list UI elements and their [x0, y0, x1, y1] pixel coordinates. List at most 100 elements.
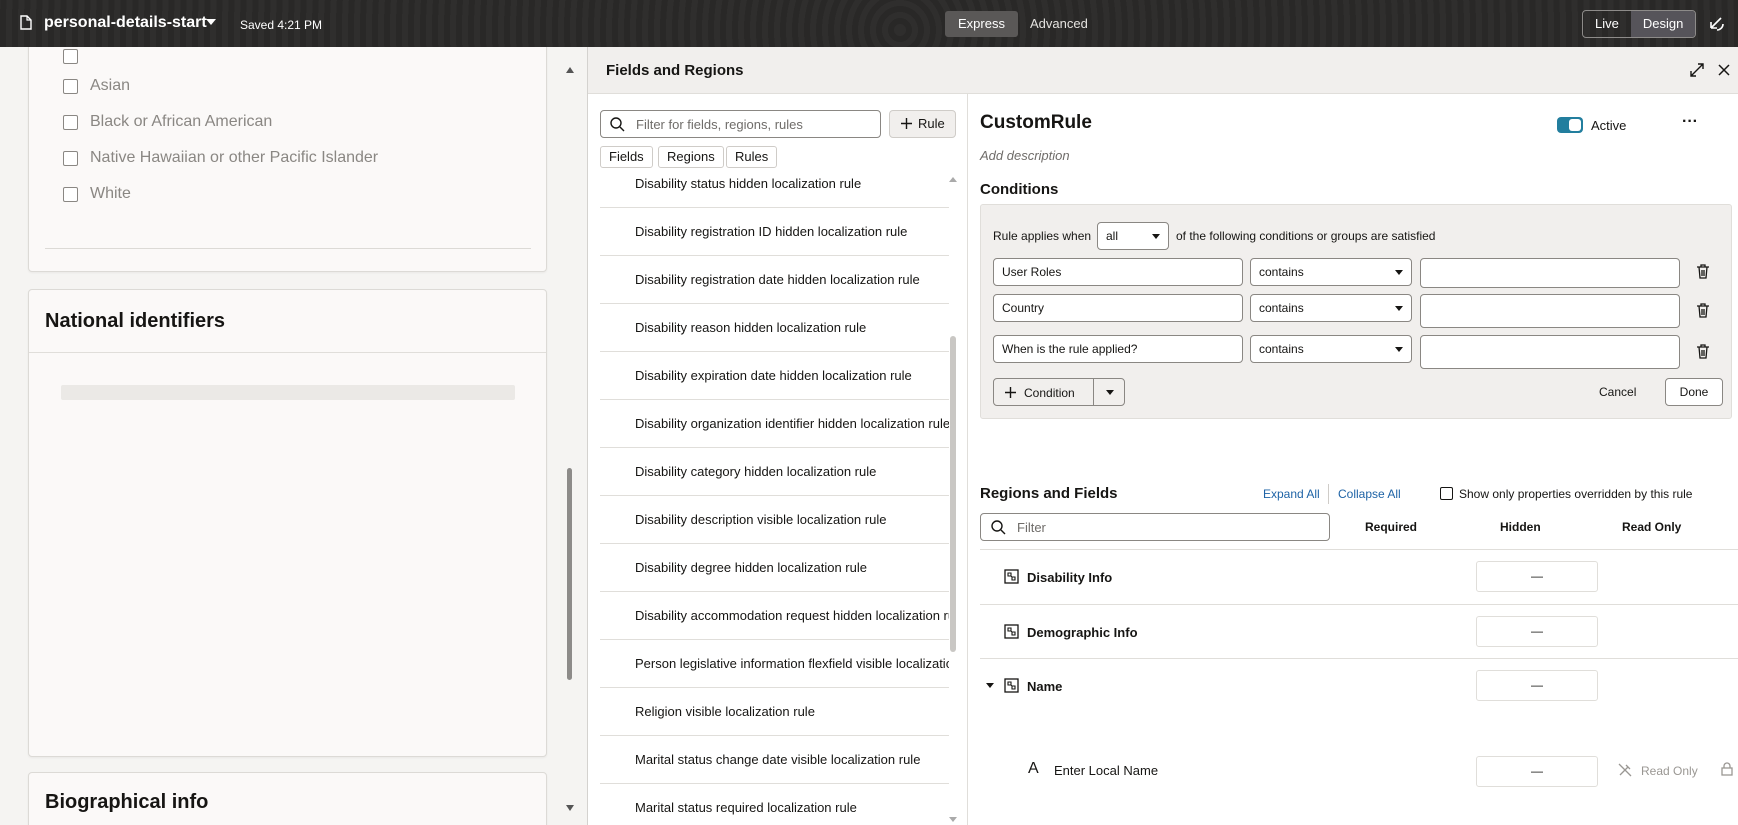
list-item[interactable]: Disability reason hidden localization ru…: [600, 304, 949, 352]
title-dropdown-icon[interactable]: [206, 19, 216, 25]
scroll-thumb[interactable]: [567, 468, 572, 680]
list-item[interactable]: Disability status hidden localization ru…: [600, 174, 949, 208]
show-only-checkbox[interactable]: [1440, 487, 1453, 500]
add-rule-button[interactable]: Rule: [889, 110, 956, 138]
filter-input[interactable]: [1017, 518, 1317, 536]
trash-icon[interactable]: [1696, 264, 1710, 279]
biographical-info-card[interactable]: Biographical info: [28, 772, 547, 825]
tab-advanced[interactable]: Advanced: [1017, 11, 1101, 37]
rules-list: Disability status hidden localization ru…: [600, 174, 949, 825]
design-button[interactable]: Design: [1630, 11, 1696, 37]
condition-value[interactable]: [1420, 335, 1680, 369]
checkbox-asian[interactable]: Asian: [63, 77, 130, 95]
divider: [29, 352, 546, 353]
conditions-heading: Conditions: [980, 181, 1059, 198]
checkbox-label: White: [90, 185, 131, 202]
rule-name[interactable]: CustomRule: [980, 112, 1092, 134]
condition-operator[interactable]: contains: [1250, 335, 1412, 363]
checkbox-box[interactable]: [63, 114, 78, 130]
done-button[interactable]: Done: [1665, 378, 1723, 406]
applies-label: Rule applies when: [993, 229, 1092, 243]
chevron-down-icon: [1395, 270, 1403, 275]
panel-header: Fields and Regions: [588, 47, 1738, 94]
checkbox-white[interactable]: White: [63, 185, 131, 203]
checkbox-box[interactable]: [63, 150, 78, 166]
region-row[interactable]: Name —: [980, 658, 1738, 713]
chip-regions[interactable]: Regions: [658, 146, 724, 168]
list-item[interactable]: Disability degree hidden localization ru…: [600, 544, 949, 592]
add-description[interactable]: Add description: [980, 148, 1070, 163]
trash-icon[interactable]: [1696, 303, 1710, 318]
divider: [1328, 484, 1329, 504]
scroll-down-icon[interactable]: [949, 817, 957, 822]
regions-filter[interactable]: [980, 513, 1330, 541]
checkbox-partial[interactable]: [63, 49, 90, 64]
tab-express[interactable]: Express: [945, 11, 1018, 37]
search-input[interactable]: [636, 115, 876, 133]
condition-field[interactable]: User Roles: [993, 258, 1243, 286]
region-row[interactable]: Disability Info —: [980, 549, 1738, 604]
trash-icon[interactable]: [1696, 344, 1710, 359]
add-condition-button[interactable]: Condition: [993, 378, 1125, 406]
list-item[interactable]: Marital status change date visible local…: [600, 736, 949, 784]
chip-fields[interactable]: Fields: [600, 146, 653, 168]
checkbox-black[interactable]: Black or African American: [63, 113, 272, 131]
scroll-up-icon[interactable]: [949, 177, 957, 182]
scroll-down-icon[interactable]: [566, 805, 574, 811]
applies-select[interactable]: all: [1097, 222, 1169, 250]
list-item[interactable]: Disability organization identifier hidde…: [600, 400, 949, 448]
cancel-button[interactable]: Cancel: [1599, 385, 1636, 399]
field-row[interactable]: A Enter Local Name — Read Only: [980, 751, 1738, 791]
collapse-all-link[interactable]: Collapse All: [1338, 487, 1401, 501]
hidden-value[interactable]: —: [1476, 756, 1598, 787]
close-icon[interactable]: [1716, 62, 1732, 78]
condition-field[interactable]: Country: [993, 294, 1243, 322]
list-item[interactable]: Person legislative information flexfield…: [600, 640, 949, 688]
list-item[interactable]: Disability description visible localizat…: [600, 496, 949, 544]
checkbox-pacific[interactable]: Native Hawaiian or other Pacific Islande…: [63, 149, 378, 167]
expand-all-link[interactable]: Expand All: [1263, 487, 1320, 501]
condition-value[interactable]: [1420, 258, 1680, 288]
expand-icon[interactable]: [1689, 62, 1705, 78]
condition-operator[interactable]: contains: [1250, 294, 1412, 322]
list-scrollbar[interactable]: [948, 174, 958, 825]
more-options-icon[interactable]: ···: [1682, 114, 1698, 134]
condition-value[interactable]: [1420, 294, 1680, 328]
region-row[interactable]: Demographic Info —: [980, 604, 1738, 659]
saved-status: Saved 4:21 PM: [240, 18, 323, 32]
chevron-down-icon: [1395, 306, 1403, 311]
list-item[interactable]: Marital status required localization rul…: [600, 784, 949, 825]
hidden-value[interactable]: —: [1476, 670, 1598, 701]
chip-rules[interactable]: Rules: [726, 146, 778, 168]
button-label: Rule: [918, 116, 945, 131]
expand-caret-icon[interactable]: [986, 683, 994, 688]
scroll-up-icon[interactable]: [566, 67, 574, 73]
show-only-label: Show only properties overridden by this …: [1459, 487, 1693, 501]
live-button[interactable]: Live: [1583, 11, 1631, 37]
list-item[interactable]: Disability category hidden localization …: [600, 448, 949, 496]
list-item[interactable]: Disability expiration date hidden locali…: [600, 352, 949, 400]
list-item[interactable]: Disability accommodation request hidden …: [600, 592, 949, 640]
canvas-scrollbar[interactable]: [565, 62, 575, 812]
app-title[interactable]: personal-details-start: [44, 14, 207, 32]
checkbox-box[interactable]: [63, 186, 78, 202]
list-item[interactable]: Disability registration ID hidden locali…: [600, 208, 949, 256]
condition-operator[interactable]: contains: [1250, 258, 1412, 286]
read-only-off-icon[interactable]: [1618, 763, 1632, 777]
list-item[interactable]: Disability registration date hidden loca…: [600, 256, 949, 304]
hidden-value[interactable]: —: [1476, 561, 1598, 592]
regions-fields-heading: Regions and Fields: [980, 485, 1118, 502]
national-identifiers-card[interactable]: National identifiers: [28, 289, 547, 757]
condition-field[interactable]: When is the rule applied?: [993, 335, 1243, 363]
active-toggle[interactable]: [1557, 117, 1583, 133]
list-item[interactable]: Religion visible localization rule: [600, 688, 949, 736]
rules-search[interactable]: [600, 110, 881, 138]
checkbox-box[interactable]: [63, 78, 78, 94]
hidden-value[interactable]: —: [1476, 616, 1598, 647]
chevron-down-icon[interactable]: [1106, 390, 1114, 395]
scroll-thumb[interactable]: [950, 336, 956, 652]
lock-icon[interactable]: [1721, 762, 1733, 776]
search-icon: [610, 117, 625, 132]
undo-icon[interactable]: [1708, 15, 1726, 33]
field-label: Enter Local Name: [1054, 763, 1159, 778]
